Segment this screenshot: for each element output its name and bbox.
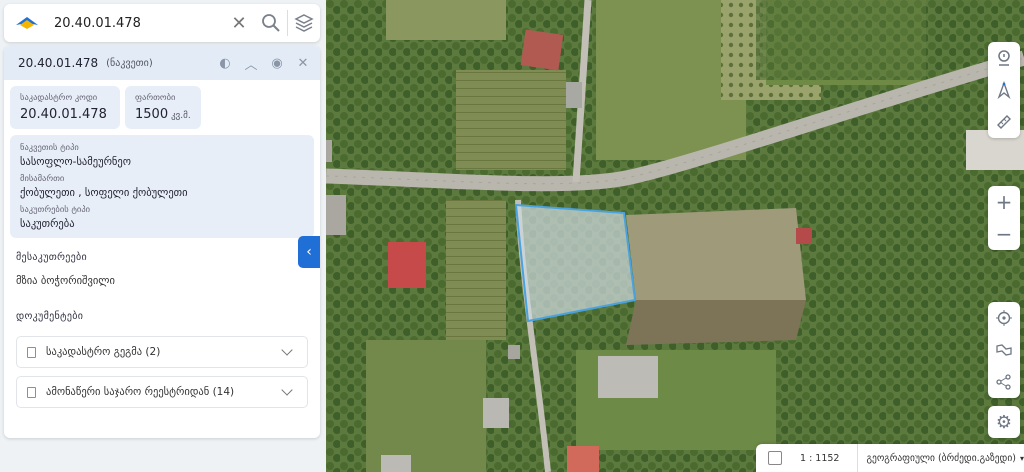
- parcel-details: ნაკვეთის ტიპი სასოფლო-სამეურნეო მისამართ…: [10, 135, 314, 238]
- document-icon: [27, 386, 36, 398]
- chevron-up-icon[interactable]: ︿: [240, 54, 262, 73]
- map-tools-bottom: [988, 302, 1020, 398]
- map-scale: 1 : 1152: [800, 452, 840, 464]
- eye-icon[interactable]: ◉: [266, 56, 288, 71]
- ownership-label: საკუთრების ტიპი: [20, 205, 91, 215]
- area-value: 1500: [135, 107, 169, 122]
- cadastral-code-card: საკადასტრო კოდი 20.40.01.478: [10, 86, 120, 129]
- cadastral-code-label: საკადასტრო კოდი: [20, 93, 98, 103]
- scale-icon: [768, 451, 782, 465]
- ownership-value: საკუთრება: [20, 218, 75, 230]
- search-bar: 20.40.01.478 ✕: [4, 4, 320, 42]
- basemap-label: გეოგრაფიული (ბრძედი.გაზედი): [866, 452, 1016, 464]
- chevron-down-icon[interactable]: [281, 384, 293, 396]
- plus-icon[interactable]: +: [988, 186, 1020, 218]
- map-tools-top: [988, 42, 1020, 138]
- area-card: ფართობი 1500 კვ.მ.: [125, 86, 201, 129]
- land-type-label: ნაკვეთის ტიპი: [20, 143, 79, 153]
- documents-title: დოკუმენტები: [16, 311, 84, 322]
- palette-icon[interactable]: ◐: [214, 56, 236, 71]
- search-icon[interactable]: [255, 4, 287, 42]
- address-label: მისამართი: [20, 174, 65, 184]
- layers-icon[interactable]: [288, 4, 320, 42]
- basemap-select[interactable]: გეოგრაფიული (ბრძედი.გაზედი) ▾: [857, 444, 1024, 472]
- compass-icon[interactable]: [988, 74, 1020, 106]
- map-status-bar: 1 : 1152 გეოგრაფიული (ბრძედი.გაზედი) ▾: [756, 444, 1024, 472]
- document-icon: [27, 346, 36, 358]
- logo-icon: [14, 15, 40, 31]
- settings-control: ⚙: [988, 406, 1020, 438]
- chevron-down-icon[interactable]: [281, 344, 293, 356]
- gear-icon[interactable]: ⚙: [988, 406, 1020, 438]
- share-icon[interactable]: [988, 366, 1020, 398]
- crosshair-icon[interactable]: [988, 302, 1020, 334]
- parcel-type: (ნაკვეთი): [106, 57, 153, 69]
- chevron-down-icon: ▾: [1019, 453, 1024, 463]
- document-item[interactable]: საკადასტრო გეგმა (2): [16, 336, 308, 368]
- info-marker-icon[interactable]: [988, 42, 1020, 74]
- ruler-icon[interactable]: [988, 106, 1020, 138]
- map-view[interactable]: [326, 0, 1024, 472]
- document-label: ამონაწერი საჯარო რეესტრიდან (14): [46, 386, 235, 398]
- parcel-outline: [514, 203, 637, 323]
- parcel-info-panel: 20.40.01.478 (ნაკვეთი) ◐ ︿ ◉ ✕ საკადასტრ…: [4, 46, 320, 438]
- cadastral-code-value: 20.40.01.478: [20, 107, 107, 122]
- area-label: ფართობი: [135, 93, 176, 103]
- document-label: საკადასტრო გეგმა (2): [46, 346, 161, 358]
- route-icon[interactable]: [988, 334, 1020, 366]
- panel-header: 20.40.01.478 (ნაკვეთი) ◐ ︿ ◉ ✕: [4, 46, 320, 80]
- parcel-id: 20.40.01.478: [18, 56, 99, 70]
- land-type-value: სასოფლო-სამეურნეო: [20, 156, 131, 168]
- document-item[interactable]: ამონაწერი საჯარო რეესტრიდან (14): [16, 376, 308, 408]
- zoom-controls: + −: [988, 186, 1020, 250]
- owners-title: მესაკუთრეები: [16, 252, 88, 263]
- area-unit: კვ.მ.: [171, 111, 191, 121]
- address-value: ქობულეთი , სოფელი ქობულეთი: [20, 187, 188, 199]
- collapse-panel-button[interactable]: ‹: [298, 236, 320, 268]
- close-icon[interactable]: ✕: [223, 4, 255, 42]
- satellite-imagery: [326, 0, 1024, 472]
- close-icon[interactable]: ✕: [292, 56, 314, 71]
- search-input[interactable]: 20.40.01.478: [54, 16, 223, 31]
- minus-icon[interactable]: −: [988, 218, 1020, 250]
- owner-name: მზია ბოჭორიშვილი: [16, 275, 115, 287]
